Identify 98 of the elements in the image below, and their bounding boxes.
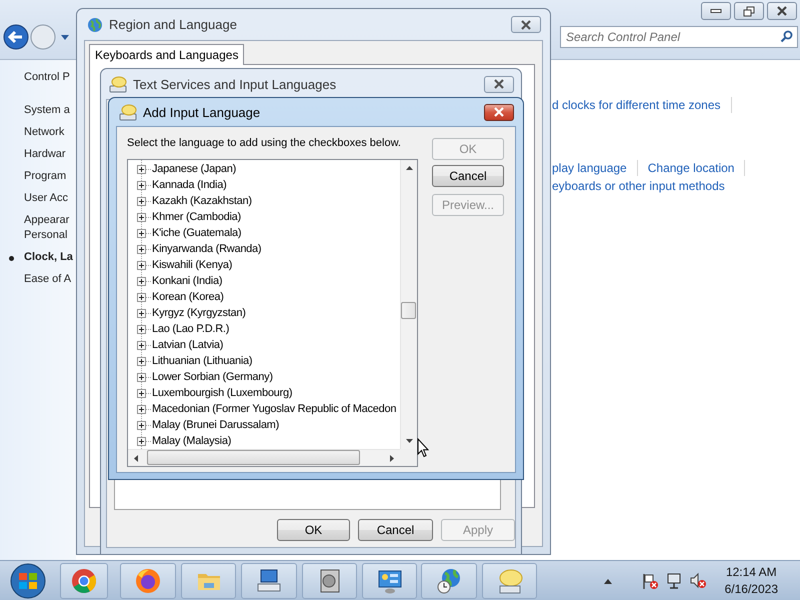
tree-item[interactable]: Macedonian (Former Yugoslav Republic of Macedon [152,402,396,416]
expand-icon[interactable] [137,292,146,302]
tree-item[interactable]: Malay (Malaysia) [152,434,232,448]
expand-icon[interactable] [137,436,146,446]
tree-item[interactable]: Korean (Korea) [152,290,224,304]
instruction-text: Select the language to add using the checkboxes below. [127,136,401,151]
sidebar-item[interactable]: Ease of A [24,272,72,287]
tree-item[interactable]: Kannada (India) [152,178,227,192]
speech-bubble-keyboard-icon [119,104,137,120]
language-tree[interactable] [127,159,418,467]
search-field[interactable]: Search Control Panel [560,26,798,48]
sidebar-item[interactable]: Appearar Personal [24,213,70,243]
back-button[interactable] [3,24,29,50]
dialog-button[interactable]: OK [277,519,350,541]
expand-icon[interactable] [137,356,146,366]
close-button[interactable] [484,76,514,92]
expand-icon[interactable] [137,420,146,430]
minimize-button[interactable] [701,2,731,20]
computer-keyboard-icon [255,566,283,594]
restore-icon [743,6,755,16]
window-title: Region and Language [109,17,237,32]
globe-icon [87,16,103,32]
taskbar-button[interactable] [120,562,176,598]
clock-date[interactable]: 6/16/2023 [724,580,778,598]
window-title: Add Input Language [143,104,260,120]
link[interactable]: Change location [648,160,734,176]
expand-icon[interactable] [137,260,146,270]
tree-item[interactable]: Malay (Brunei Darussalam) [152,418,280,432]
link[interactable]: d clocks for different time zones [552,97,721,113]
caret-up-icon[interactable] [602,576,613,584]
taskbar-button[interactable] [241,562,297,598]
minimize-icon [710,9,722,13]
clock-time[interactable]: 12:14 AM [726,564,777,580]
horizontal-scrollbar[interactable] [128,449,400,466]
close-icon [776,6,788,16]
tree-item[interactable]: Kinyarwanda (Rwanda) [152,242,262,256]
close-icon [520,20,532,30]
browser-icon [134,566,162,594]
expand-icon[interactable] [137,276,146,286]
search-icon [780,30,793,43]
expand-icon[interactable] [137,228,146,238]
tree-item[interactable]: Kiswahili (Kenya) [152,258,232,272]
expand-icon[interactable] [137,404,146,414]
sidebar-item[interactable]: System a [24,103,70,118]
tab[interactable]: Keyboards and Languages [89,44,244,65]
scroll-thumb[interactable] [401,302,416,319]
network-icon[interactable] [664,572,683,590]
link[interactable]: play language [552,160,627,176]
tree-item[interactable]: Lithuanian (Lithuania) [152,354,252,368]
flag-alert-icon[interactable] [640,572,659,590]
dialog-button[interactable]: Cancel [358,519,433,541]
link[interactable]: eyboards or other input methods [552,178,725,194]
tree-item[interactable]: Konkani (India) [152,274,222,288]
browser-icon [70,566,98,594]
taskbar-button[interactable] [302,562,357,598]
close-button[interactable] [484,104,514,120]
tree-item[interactable]: K'iche (Guatemala) [152,226,242,240]
start-button[interactable] [8,562,48,600]
taskbar-button[interactable] [421,562,477,598]
window-title: Text Services and Input Languages [133,76,336,92]
expand-icon[interactable] [137,212,146,222]
close-button[interactable] [511,16,541,33]
dialog-button[interactable]: Cancel [432,165,504,187]
expand-icon[interactable] [137,308,146,318]
sidebar-item[interactable]: User Acc [24,191,68,206]
tree-item[interactable]: Khmer (Cambodia) [152,210,241,224]
expand-icon[interactable] [137,372,146,382]
tree-item[interactable]: Kyrgyz (Kyrgyzstan) [152,306,246,320]
close-icon [493,107,505,117]
tree-item[interactable]: Luxembourgish (Luxembourg) [152,386,292,400]
globe-clock-icon [435,566,463,594]
speech-bubble-keyboard-icon [109,76,127,92]
expand-icon[interactable] [137,180,146,190]
mouse-pointer-icon [417,438,429,458]
sidebar-item[interactable]: Network [24,125,64,140]
scroll-thumb[interactable] [147,450,360,465]
expand-icon[interactable] [137,324,146,334]
close-button[interactable] [767,2,797,20]
expand-icon[interactable] [137,164,146,174]
restore-button[interactable] [734,2,764,20]
expand-icon[interactable] [137,340,146,350]
sidebar-item[interactable]: Hardwar [24,147,66,162]
tree-item[interactable]: Lower Sorbian (Germany) [152,370,273,384]
expand-icon[interactable] [137,196,146,206]
tree-item[interactable]: Latvian (Latvia) [152,338,224,352]
tree-item[interactable]: Kazakh (Kazakhstan) [152,194,252,208]
vertical-scrollbar[interactable] [400,160,417,449]
expand-icon[interactable] [137,388,146,398]
tree-item[interactable]: Lao (Lao P.D.R.) [152,322,230,336]
tree-item[interactable]: Japanese (Japan) [152,162,236,176]
expand-icon[interactable] [137,244,146,254]
sidebar-item[interactable]: Control P [24,70,70,85]
taskbar-button[interactable] [362,562,417,598]
speaker-muted-icon[interactable] [688,572,707,590]
close-icon [493,79,505,89]
caret-icon[interactable] [60,33,70,41]
sidebar-item[interactable]: Clock, La [24,250,73,265]
sidebar-item[interactable]: Program [24,169,66,184]
